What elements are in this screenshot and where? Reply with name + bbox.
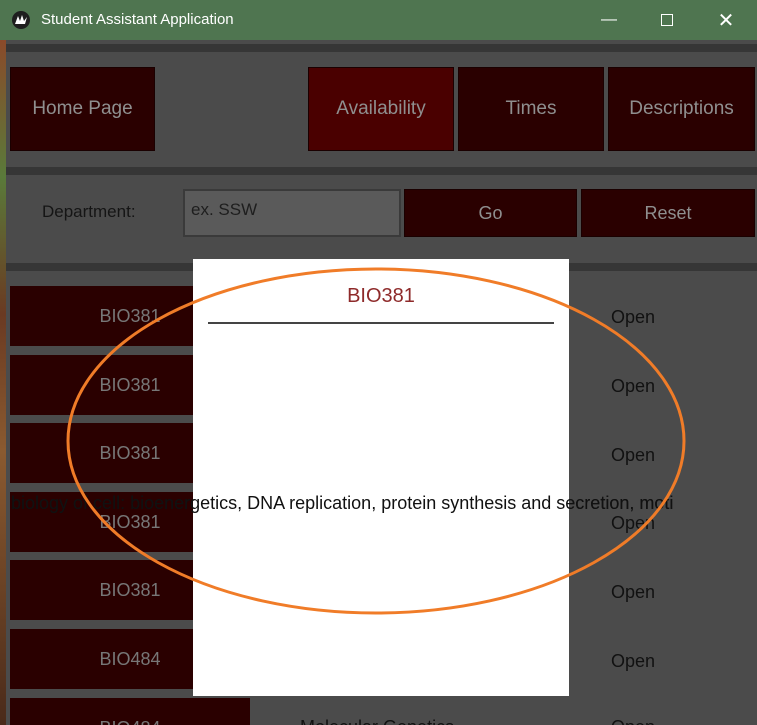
minimize-icon: — [601, 11, 617, 28]
home-page-button[interactable]: Home Page [10, 67, 155, 151]
course-status: Open [611, 717, 655, 725]
descriptions-tab[interactable]: Descriptions [608, 67, 755, 151]
course-status: Open [611, 513, 656, 533]
maximize-icon [661, 14, 673, 26]
reset-button[interactable]: Reset [581, 189, 755, 237]
course-status: Open [611, 445, 656, 465]
course-status: Open [611, 651, 656, 671]
course-status: Open [611, 376, 656, 396]
go-button[interactable]: Go [404, 189, 577, 237]
divider [6, 44, 757, 52]
close-button[interactable]: ✕ [697, 0, 755, 40]
course-status: Open [611, 582, 656, 602]
title-bar: Student Assistant Application — ✕ [0, 0, 757, 40]
availability-tab[interactable]: Availability [308, 67, 454, 151]
course-popup: BIO381 biology of cell: bioenergetics, D… [11, 259, 673, 696]
kivy-app-icon [12, 11, 30, 29]
popup-title-underline [208, 322, 554, 324]
course-button[interactable]: BIO484 [10, 698, 250, 725]
maximize-button[interactable] [638, 0, 696, 40]
course-status: Open [611, 307, 656, 327]
minimize-button[interactable]: — [580, 0, 638, 40]
popup-title: BIO381 [347, 285, 415, 307]
department-label: Department: [42, 202, 136, 221]
course-title: Molecular Genetics [300, 717, 454, 725]
close-icon: ✕ [717, 9, 735, 32]
department-input[interactable]: ex. SSW [183, 189, 401, 237]
window-title: Student Assistant Application [41, 11, 234, 28]
times-tab[interactable]: Times [458, 67, 604, 151]
divider [6, 167, 757, 175]
popup-description: biology of cell: bioenergetics, DNA repl… [11, 493, 674, 513]
